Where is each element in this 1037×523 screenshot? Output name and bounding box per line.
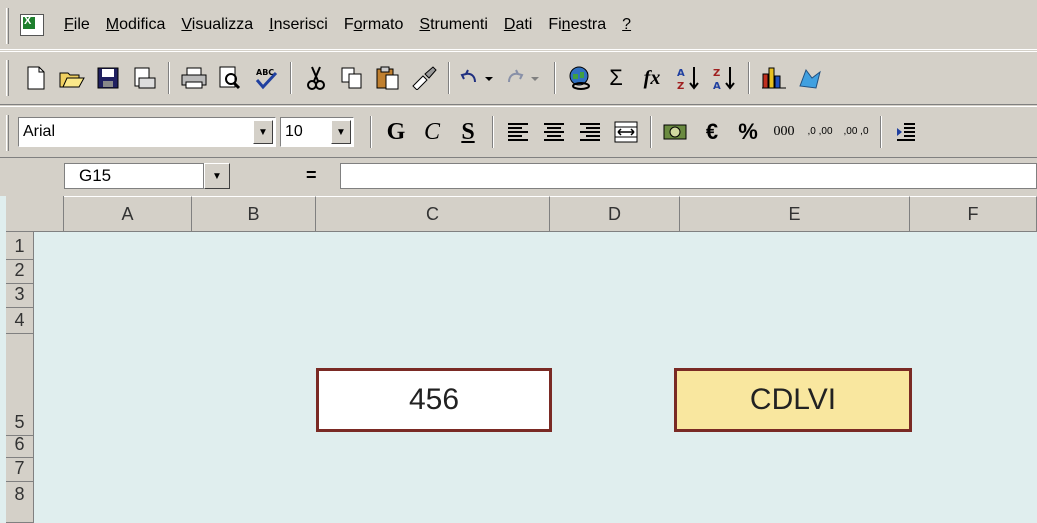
menu-grip[interactable]	[6, 8, 9, 44]
roman-numeral-cell[interactable]: CDLVI	[674, 368, 912, 432]
column-header-a[interactable]: A	[64, 196, 192, 232]
row-header-1[interactable]: 1	[6, 232, 34, 260]
name-box[interactable]: G15	[64, 163, 204, 189]
chevron-down-icon[interactable]: ▼	[331, 120, 351, 144]
standard-toolbar: ABC Σ fx AZ ZA	[0, 51, 1037, 105]
thousands-separator-button[interactable]: 000	[766, 114, 802, 150]
print-icon[interactable]	[176, 60, 212, 96]
redo-icon[interactable]	[502, 60, 548, 96]
print-preview-icon[interactable]	[212, 60, 248, 96]
row-header-6[interactable]: 6	[6, 434, 34, 458]
toolbar-grip[interactable]	[6, 115, 9, 151]
column-header-b[interactable]: B	[192, 196, 316, 232]
autosum-icon[interactable]: Σ	[598, 60, 634, 96]
font-size-dropdown[interactable]: 10 ▼	[280, 117, 354, 147]
function-icon[interactable]: fx	[634, 60, 670, 96]
email-icon[interactable]	[126, 60, 162, 96]
undo-icon[interactable]	[456, 60, 502, 96]
increase-decimal-button[interactable]: ,0 ,00	[802, 114, 838, 150]
row-header-3[interactable]: 3	[6, 284, 34, 308]
percent-button[interactable]: %	[730, 114, 766, 150]
column-header-d[interactable]: D	[550, 196, 680, 232]
sort-descending-icon[interactable]: ZA	[706, 60, 742, 96]
edit-formula-button[interactable]: =	[306, 165, 317, 186]
decrease-indent-icon[interactable]	[888, 114, 924, 150]
cut-icon[interactable]	[298, 60, 334, 96]
sort-ascending-icon[interactable]: AZ	[670, 60, 706, 96]
menu-item-help[interactable]: ?	[614, 16, 639, 34]
chart-wizard-icon[interactable]	[756, 60, 792, 96]
chevron-down-icon[interactable]: ▼	[204, 163, 230, 189]
copy-icon[interactable]	[334, 60, 370, 96]
currency-icon[interactable]	[658, 114, 694, 150]
hyperlink-icon[interactable]	[562, 60, 598, 96]
format-painter-icon[interactable]	[406, 60, 442, 96]
column-header-e[interactable]: E	[680, 196, 910, 232]
euro-button[interactable]: €	[694, 114, 730, 150]
formula-input[interactable]	[340, 163, 1037, 189]
italic-button[interactable]: C	[414, 114, 450, 150]
menu-bar: FileModificaVisualizzaInserisciFormatoSt…	[0, 0, 1037, 50]
bold-button[interactable]: G	[378, 114, 414, 150]
paste-icon[interactable]	[370, 60, 406, 96]
toolbar-grip[interactable]	[6, 60, 9, 96]
merge-center-icon[interactable]	[608, 114, 644, 150]
worksheet-grid: A B C D E F 1 2 3 4 5 6 7 8 456 CDLVI	[0, 196, 1037, 523]
save-icon[interactable]	[90, 60, 126, 96]
column-header-c[interactable]: C	[316, 196, 550, 232]
align-center-icon[interactable]	[536, 114, 572, 150]
menu-item-strumenti[interactable]: Strumenti	[411, 16, 495, 34]
new-icon[interactable]	[18, 60, 54, 96]
underline-button[interactable]: S	[450, 114, 486, 150]
formatting-toolbar: Arial ▼ 10 ▼ G C S € % 000 ,0 ,00 ,00 ,0	[0, 106, 1037, 158]
decrease-decimal-button[interactable]: ,00 ,0	[838, 114, 874, 150]
svg-text:Z: Z	[713, 68, 720, 79]
svg-text:Z: Z	[677, 81, 684, 91]
formula-bar: G15 ▼ =	[0, 159, 1037, 195]
menu-items: File Modifica Visualizza Inserisci Formato St…	[56, 16, 639, 34]
row-header-5[interactable]: 5	[6, 334, 34, 436]
excel-app-icon[interactable]	[20, 14, 44, 36]
align-right-icon[interactable]	[572, 114, 608, 150]
row-header-2[interactable]: 2	[6, 260, 34, 284]
menu-item-finestra[interactable]: Finestra	[540, 16, 614, 34]
align-left-icon[interactable]	[500, 114, 536, 150]
select-all-corner[interactable]	[6, 196, 64, 232]
column-header-f[interactable]: F	[910, 196, 1037, 232]
drawing-icon[interactable]	[792, 60, 828, 96]
menu-item-visualizza[interactable]: Visualizza	[173, 16, 261, 34]
menu-item-inserisci[interactable]: Inserisci	[261, 16, 336, 34]
row-header-4[interactable]: 4	[6, 308, 34, 334]
menu-item-file[interactable]: File	[56, 16, 98, 34]
menu-item-dati[interactable]: Dati	[496, 16, 540, 34]
chevron-down-icon[interactable]: ▼	[253, 120, 273, 144]
row-header-7[interactable]: 7	[6, 458, 34, 482]
menu-item-modifica[interactable]: Modifica	[98, 16, 174, 34]
menu-item-formato[interactable]: Formato	[336, 16, 412, 34]
row-header-8[interactable]: 8	[6, 482, 34, 523]
svg-text:A: A	[713, 81, 721, 91]
open-icon[interactable]	[54, 60, 90, 96]
font-name-dropdown[interactable]: Arial ▼	[18, 117, 276, 147]
arabic-number-cell[interactable]: 456	[316, 368, 552, 432]
spelling-icon[interactable]: ABC	[248, 60, 284, 96]
svg-text:A: A	[677, 68, 685, 79]
